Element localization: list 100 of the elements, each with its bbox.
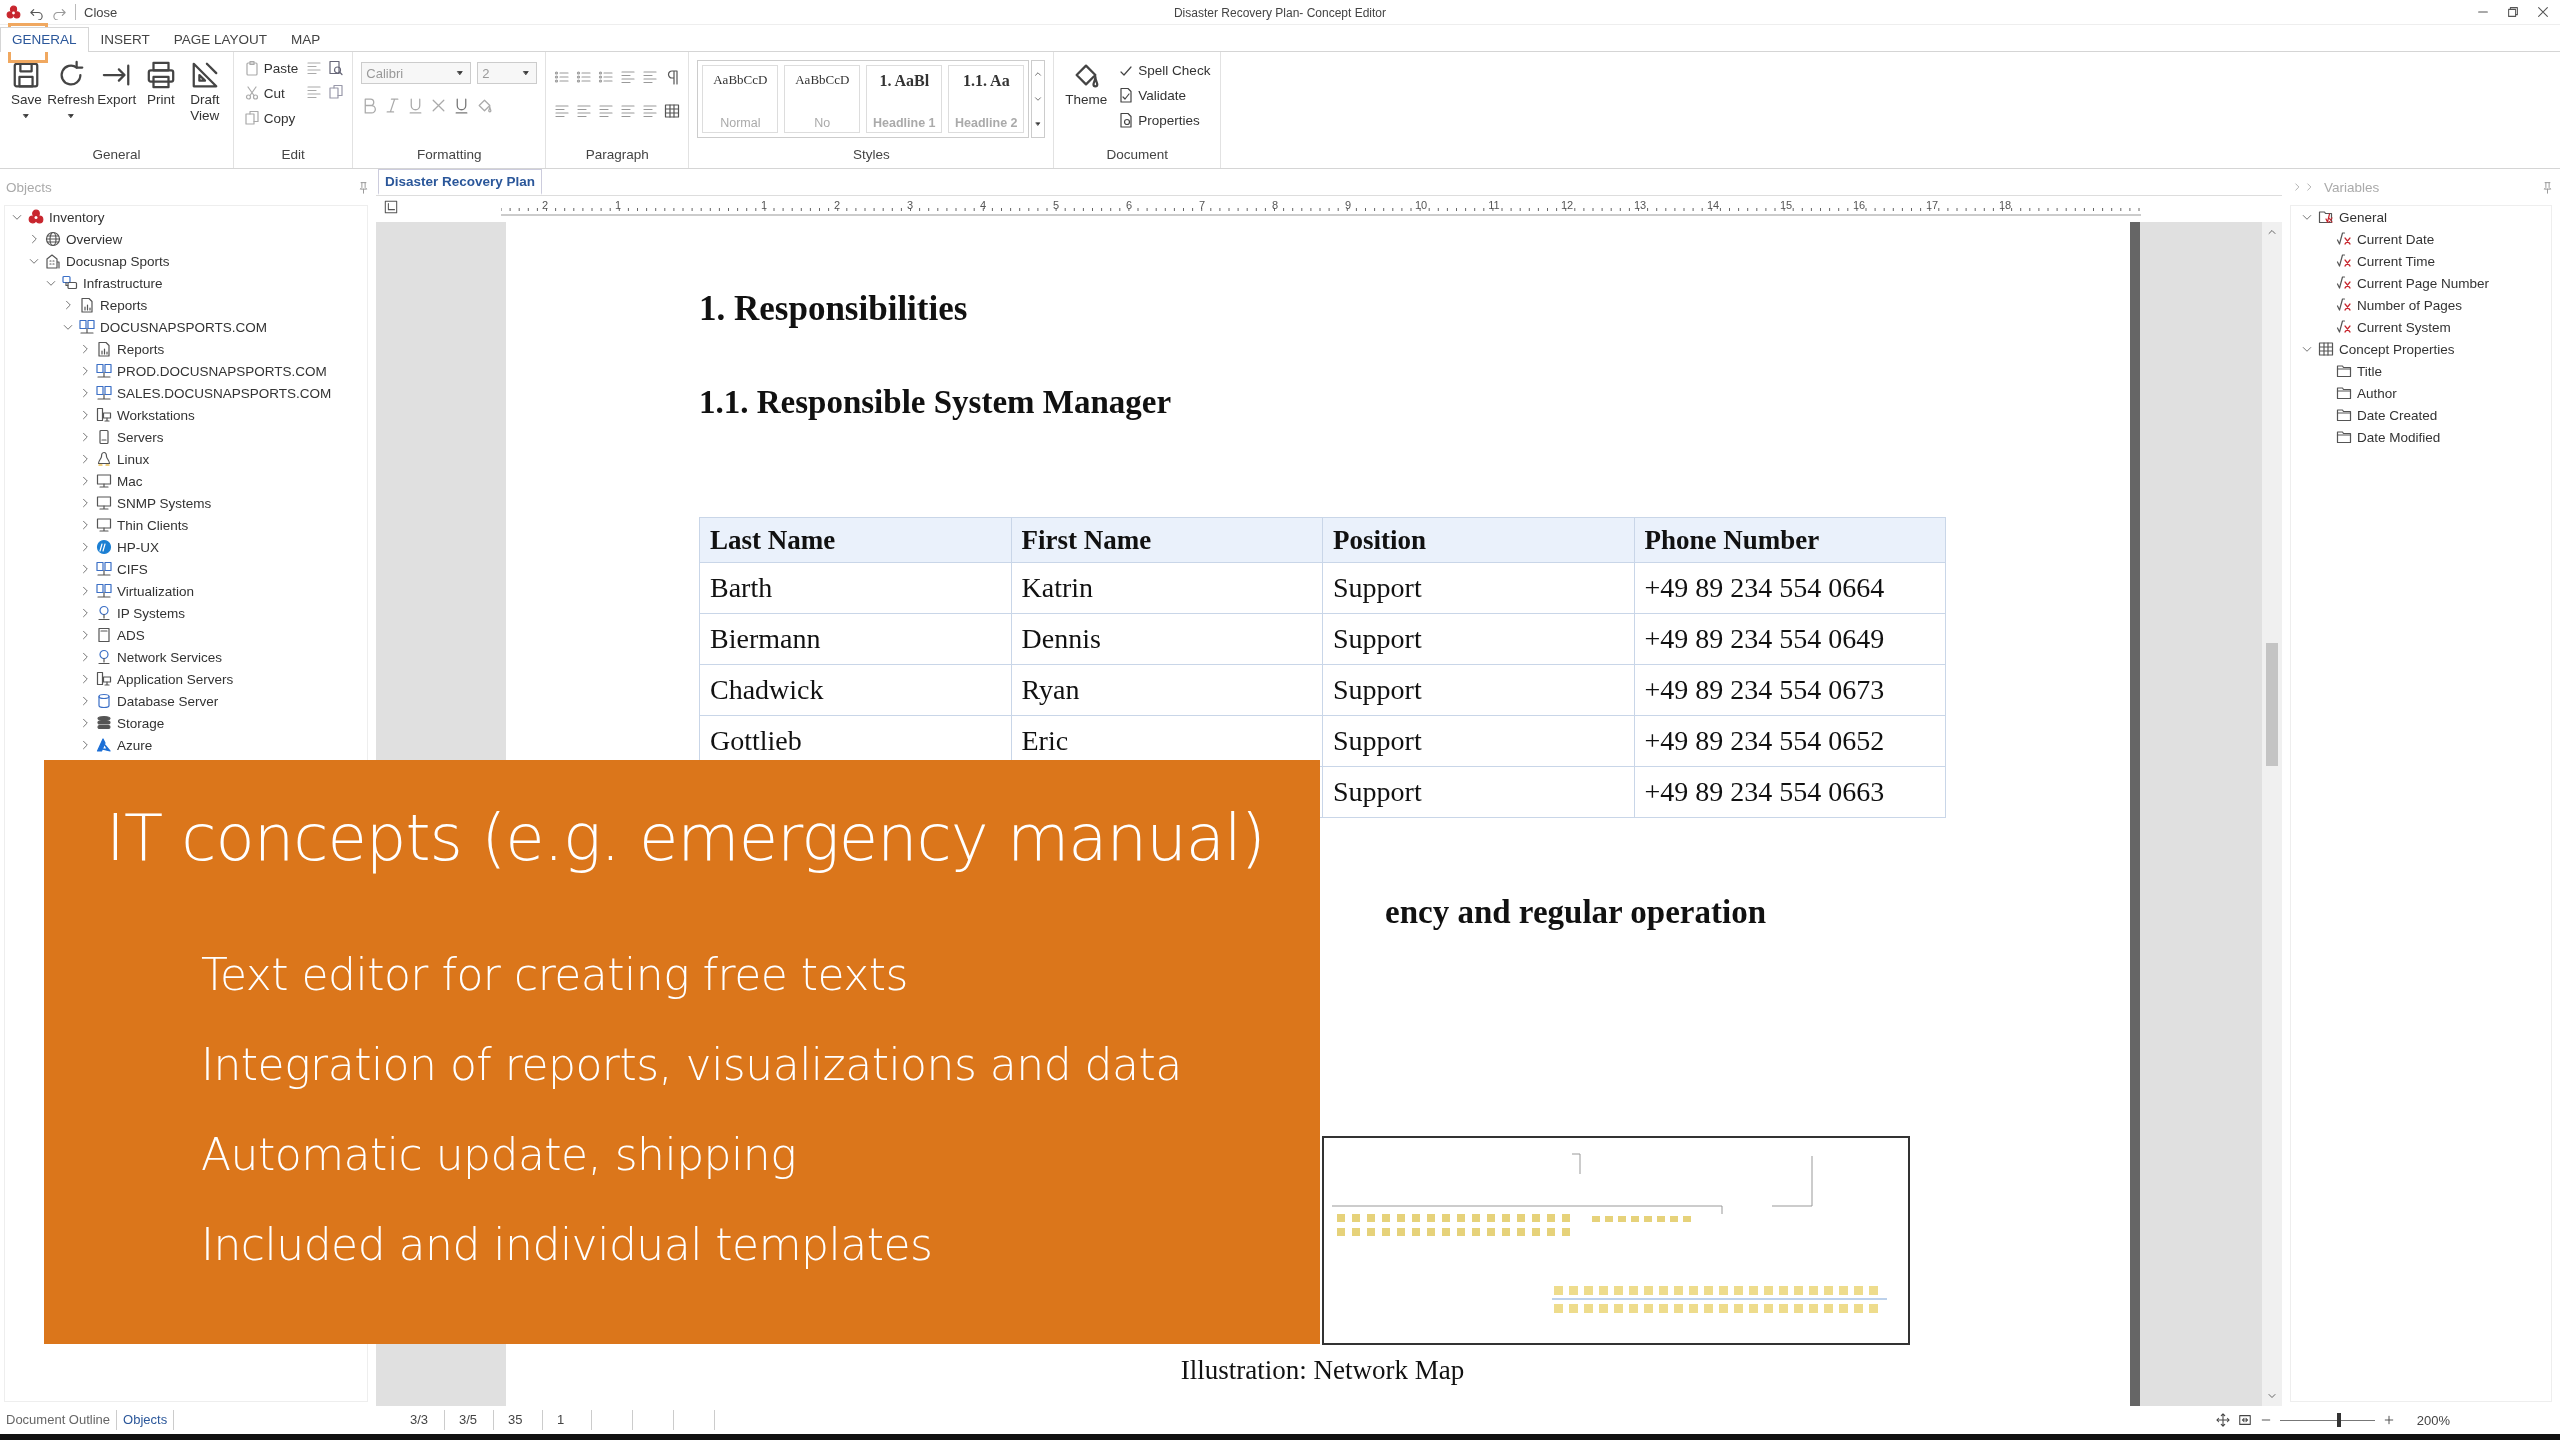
table-cell: Biermann [699, 613, 1011, 665]
ruler-number: 7 [1198, 199, 1206, 211]
tree-item[interactable]: Azure [5, 734, 367, 756]
tree-item[interactable]: CIFS [5, 558, 367, 580]
bullet-list-icon[interactable] [554, 69, 571, 85]
ribbon-tab[interactable]: MAP [279, 27, 333, 52]
close-button[interactable]: Close [84, 4, 118, 20]
tree-item[interactable]: Current Time [2291, 250, 2551, 272]
align-center-icon[interactable] [576, 103, 593, 119]
tree-item[interactable]: Current Page Number [2291, 272, 2551, 294]
tree-item[interactable]: SALES.DOCUSNAPSPORTS.COM [5, 382, 367, 404]
scroll-right-icon[interactable] [2304, 182, 2314, 192]
tree-item[interactable]: Storage [5, 712, 367, 734]
pin-icon[interactable] [357, 180, 370, 194]
toolbar-button[interactable]: Draft View [184, 56, 225, 144]
document-tab[interactable]: Disaster Recovery Plan [378, 169, 543, 195]
tree-item[interactable]: Mac [5, 470, 367, 492]
tree-item[interactable]: Infrastructure [5, 272, 367, 294]
tree-item[interactable]: Title [2291, 360, 2551, 382]
domain-icon [79, 319, 95, 335]
tree-item[interactable]: Current Date [2291, 228, 2551, 250]
ruler-number: 15 [1779, 199, 1793, 211]
tree-item[interactable]: DOCUSNAPSPORTS.COM [5, 316, 367, 338]
tree-item[interactable]: Servers [5, 426, 367, 448]
ribbon-tab[interactable]: PAGE LAYOUT [161, 27, 280, 52]
zoom-slider-thumb[interactable] [2336, 1412, 2341, 1427]
ruler-number: 12 [1560, 199, 1574, 211]
scroll-left-icon[interactable] [2292, 182, 2302, 192]
restore-icon[interactable] [2506, 5, 2520, 19]
style-preview: 1. AaBl [879, 72, 930, 90]
tree-item[interactable]: Workstations [5, 404, 367, 426]
justify-icon[interactable] [620, 103, 637, 119]
ribbon-tab[interactable]: GENERAL [0, 27, 89, 52]
tree-item[interactable]: SNMP Systems [5, 492, 367, 514]
domain-icon [96, 363, 112, 379]
tree-item[interactable]: Number of Pages [2291, 294, 2551, 316]
style-option[interactable]: AaBbCcD No [784, 65, 861, 133]
tree-item[interactable]: General [2291, 206, 2551, 228]
folder-icon [2336, 363, 2352, 379]
pan-icon[interactable] [2215, 1413, 2230, 1427]
column-header: Position [1322, 517, 1634, 563]
pane-tab[interactable]: Document Outline [0, 1410, 118, 1430]
table-cell: Support [1322, 613, 1634, 665]
style-option[interactable]: AaBbCcD Normal [702, 65, 779, 133]
tree-item[interactable]: Network Services [5, 646, 367, 668]
align-right-icon[interactable] [598, 103, 615, 119]
toolbar-button[interactable]: Theme [1062, 56, 1111, 144]
tree-item[interactable]: Reports [5, 338, 367, 360]
ribbon-tab[interactable]: INSERT [88, 27, 162, 52]
variables-folder-icon [2318, 209, 2334, 225]
tree-item[interactable]: Author [2291, 382, 2551, 404]
tree-item[interactable]: IP Systems [5, 602, 367, 624]
toolbar-button[interactable]: Save [8, 56, 45, 144]
gallery-scroller[interactable] [1031, 60, 1046, 138]
fit-page-icon[interactable] [2237, 1413, 2252, 1427]
close-icon[interactable] [2536, 5, 2550, 19]
tree-item[interactable]: HP-UX [5, 536, 367, 558]
folder-icon [2336, 407, 2352, 423]
scroll-thumb[interactable] [2266, 642, 2278, 766]
ruler-number: 16 [1852, 199, 1866, 211]
globe-icon [45, 231, 61, 247]
vertical-scrollbar[interactable] [2262, 222, 2282, 1406]
pane-tab[interactable]: Objects [117, 1410, 175, 1430]
toolbar-button[interactable]: Print [142, 56, 179, 144]
tree-item[interactable]: ADS [5, 624, 367, 646]
copy-icon [243, 110, 260, 126]
toolbar-button[interactable]: Properties [1116, 108, 1213, 132]
tree-item[interactable]: Database Server [5, 690, 367, 712]
tree-item[interactable]: Virtualization [5, 580, 367, 602]
pin-icon[interactable] [2541, 180, 2554, 194]
table-cell: Barth [699, 562, 1011, 614]
tree-item[interactable]: Thin Clients [5, 514, 367, 536]
tree-item[interactable]: Reports [5, 294, 367, 316]
style-option[interactable]: 1. AaBl Headline 1 [866, 65, 943, 133]
tree-item[interactable]: Concept Properties [2291, 338, 2551, 360]
style-option[interactable]: 1.1. Aa Headline 2 [948, 65, 1025, 133]
toolbar-button[interactable]: Validate [1116, 83, 1213, 107]
tree-item[interactable]: Inventory [5, 206, 367, 228]
tree-item[interactable]: Overview [5, 228, 367, 250]
tree-item[interactable]: Date Modified [2291, 426, 2551, 448]
align-left-icon[interactable] [554, 103, 571, 119]
toolbar-button[interactable]: Export [96, 56, 137, 144]
style-preview: AaBbCcD [795, 72, 850, 88]
tree-item[interactable]: Linux [5, 448, 367, 470]
group-label: Formatting [416, 146, 483, 164]
tree-item[interactable]: Date Created [2291, 404, 2551, 426]
toolbar-button[interactable]: Spell Check [1116, 58, 1213, 82]
ruler-number: 2 [541, 199, 549, 211]
zoom-in-icon[interactable] [2382, 1414, 2395, 1426]
clipboard-icon [243, 60, 260, 76]
tree-item[interactable]: Current System [2291, 316, 2551, 338]
style-name: Headline 2 [955, 116, 1018, 130]
tree-item[interactable]: PROD.DOCUSNAPSPORTS.COM [5, 360, 367, 382]
tab-stop-icon[interactable] [384, 200, 398, 214]
style-name: Headline 1 [873, 116, 936, 130]
table-cell: +49 89 234 554 0673 [1634, 664, 1946, 716]
style-name: No [814, 116, 831, 130]
group-label: Paragraph [584, 146, 650, 164]
tree-item[interactable]: Docusnap Sports [5, 250, 367, 272]
tree-item[interactable]: Application Servers [5, 668, 367, 690]
